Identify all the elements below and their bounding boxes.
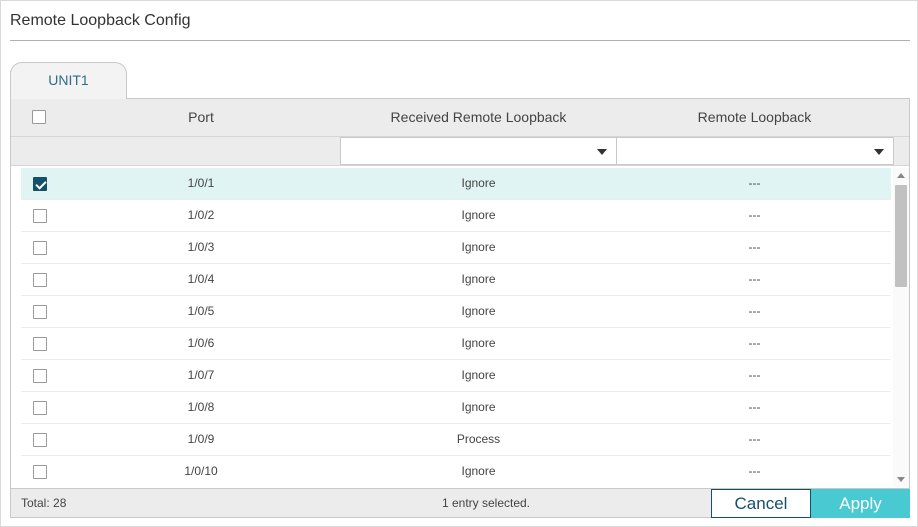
received-cell: Ignore <box>461 304 496 318</box>
table-header: Port Received Remote Loopback Remote Loo… <box>11 99 909 136</box>
remote-cell: --- <box>748 240 761 254</box>
remote-loopback-filter-select[interactable] <box>616 137 894 165</box>
row-checkbox[interactable] <box>33 241 47 255</box>
filter-row <box>11 136 909 166</box>
table-row[interactable]: 1/0/8 Ignore --- <box>21 392 891 424</box>
row-checkbox[interactable] <box>33 209 47 223</box>
select-all-checkbox[interactable] <box>32 110 46 124</box>
received-cell: Ignore <box>461 208 496 222</box>
received-cell: Ignore <box>461 336 496 350</box>
port-cell: 1/0/2 <box>187 208 215 222</box>
remote-cell: --- <box>748 176 761 190</box>
row-checkbox[interactable] <box>33 177 47 191</box>
table-row[interactable]: 1/0/9 Process --- <box>21 424 891 456</box>
scroll-up-icon[interactable] <box>897 173 905 178</box>
remote-cell: --- <box>748 208 761 222</box>
scroll-down-icon[interactable] <box>897 477 905 482</box>
dropdown-arrow-icon <box>874 149 884 155</box>
table-footer: Total: 28 1 entry selected. Cancel Apply <box>11 488 910 518</box>
remote-cell: --- <box>748 464 761 478</box>
port-cell: 1/0/3 <box>187 240 215 254</box>
title-divider <box>10 40 910 41</box>
table-row[interactable]: 1/0/2 Ignore --- <box>21 200 891 232</box>
remote-cell: --- <box>748 400 761 414</box>
table-row[interactable]: 1/0/4 Ignore --- <box>21 264 891 296</box>
row-checkbox[interactable] <box>33 369 47 383</box>
port-cell: 1/0/5 <box>187 304 215 318</box>
remote-cell: --- <box>748 272 761 286</box>
cancel-button[interactable]: Cancel <box>711 489 811 518</box>
table-row[interactable]: 1/0/7 Ignore --- <box>21 360 891 392</box>
table-row[interactable]: 1/0/3 Ignore --- <box>21 232 891 264</box>
received-cell: Ignore <box>461 368 496 382</box>
port-cell: 1/0/9 <box>187 432 215 446</box>
tab-unit1[interactable]: UNIT1 <box>10 62 127 99</box>
row-checkbox[interactable] <box>33 337 47 351</box>
vertical-scrollbar[interactable] <box>893 168 909 487</box>
port-cell: 1/0/10 <box>184 464 218 478</box>
config-panel: Remote Loopback Config UNIT1 Port Receiv… <box>0 0 918 527</box>
column-header-remote-loopback: Remote Loopback <box>697 109 812 125</box>
port-cell: 1/0/6 <box>187 336 215 350</box>
received-cell: Process <box>456 432 501 446</box>
table-row[interactable]: 1/0/10 Ignore --- <box>21 456 891 487</box>
received-cell: Ignore <box>461 400 496 414</box>
dropdown-arrow-icon <box>597 149 607 155</box>
row-checkbox[interactable] <box>33 401 47 415</box>
table-row[interactable]: 1/0/5 Ignore --- <box>21 296 891 328</box>
received-cell: Ignore <box>461 464 496 478</box>
remote-cell: --- <box>748 368 761 382</box>
page-title: Remote Loopback Config <box>10 12 191 29</box>
apply-button[interactable]: Apply <box>811 489 910 518</box>
table-body: 1/0/1 Ignore --- 1/0/2 Ignore --- 1/0/3 … <box>21 168 891 487</box>
received-cell: Ignore <box>461 272 496 286</box>
selection-status: 1 entry selected. <box>441 496 531 510</box>
port-cell: 1/0/4 <box>187 272 215 286</box>
remote-cell: --- <box>748 432 761 446</box>
received-cell: Ignore <box>461 176 496 190</box>
received-loopback-filter-select[interactable] <box>340 137 617 165</box>
row-checkbox[interactable] <box>33 433 47 447</box>
port-table: Port Received Remote Loopback Remote Loo… <box>10 98 910 518</box>
table-row[interactable]: 1/0/1 Ignore --- <box>21 168 891 200</box>
port-cell: 1/0/7 <box>187 368 215 382</box>
column-header-port: Port <box>188 109 214 125</box>
port-cell: 1/0/1 <box>187 176 215 190</box>
row-checkbox[interactable] <box>33 305 47 319</box>
remote-cell: --- <box>748 336 761 350</box>
scrollbar-thumb[interactable] <box>895 185 907 287</box>
received-cell: Ignore <box>461 240 496 254</box>
column-header-received-remote-loopback: Received Remote Loopback <box>390 109 567 125</box>
row-checkbox[interactable] <box>33 465 47 479</box>
total-count: Total: 28 <box>21 496 67 510</box>
row-checkbox[interactable] <box>33 273 47 287</box>
port-cell: 1/0/8 <box>187 400 215 414</box>
remote-cell: --- <box>748 304 761 318</box>
table-row[interactable]: 1/0/6 Ignore --- <box>21 328 891 360</box>
